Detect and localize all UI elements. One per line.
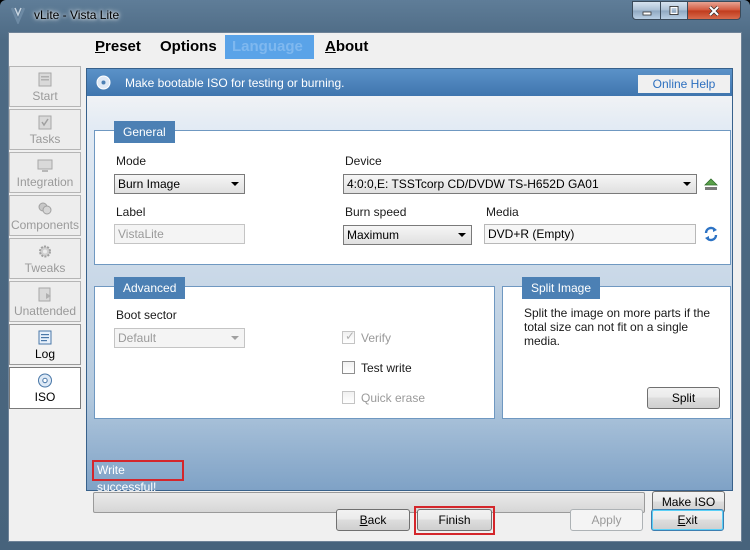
integration-icon xyxy=(37,159,53,172)
sidebar-item-label: Log xyxy=(34,347,56,361)
panel-body: General Mode Burn Image Device 4:0:0,E: … xyxy=(87,96,732,494)
test-write-label: Test write xyxy=(361,361,412,375)
unattended-icon xyxy=(38,287,51,302)
menu-about-label: bout xyxy=(335,38,369,55)
sidebar-item-iso[interactable]: ISO xyxy=(9,367,81,409)
verify-checkbox[interactable]: ✓ xyxy=(342,329,356,344)
boot-sector-label: Boot sector xyxy=(116,308,177,322)
boot-sector-dropdown[interactable]: Default xyxy=(114,328,245,348)
client-area: Preset Options Language About Start Task… xyxy=(8,32,742,542)
label-input[interactable]: VistaLite xyxy=(114,224,245,244)
refresh-icon[interactable] xyxy=(703,226,719,242)
minimize-icon xyxy=(642,11,651,15)
split-button[interactable]: Split xyxy=(647,387,720,409)
sidebar-item-label: Tasks xyxy=(29,132,61,146)
eject-icon[interactable] xyxy=(703,177,719,193)
disc-icon xyxy=(96,75,111,90)
menu-language[interactable]: Language xyxy=(225,35,314,59)
components-icon xyxy=(38,202,52,215)
menu-options[interactable]: Options xyxy=(153,35,224,59)
media-field: DVD+R (Empty) xyxy=(484,224,696,244)
test-write-checkbox[interactable] xyxy=(342,361,355,374)
menu-bar: Preset Options Language About xyxy=(9,33,741,60)
log-icon xyxy=(38,330,52,345)
online-help-link[interactable]: Online Help xyxy=(638,75,730,93)
menu-preset-label: reset xyxy=(105,38,141,55)
mode-dropdown[interactable]: Burn Image xyxy=(114,174,245,194)
start-icon xyxy=(38,72,52,87)
quick-erase-label: Quick erase xyxy=(361,391,426,405)
vlite-logo-icon xyxy=(10,7,26,24)
sidebar-item-label: Start xyxy=(32,89,58,103)
menu-preset-accel: P xyxy=(95,38,106,55)
sidebar-item-components[interactable]: Components xyxy=(9,195,81,236)
advanced-group-title: Advanced xyxy=(114,277,186,299)
minimize-button[interactable] xyxy=(632,1,661,20)
tasks-icon xyxy=(38,115,52,130)
close-icon xyxy=(708,5,720,16)
sidebar-item-unattended[interactable]: Unattended xyxy=(9,281,81,322)
finish-button[interactable]: Finish xyxy=(417,509,492,531)
sidebar-item-label: ISO xyxy=(34,390,56,404)
general-group: General Mode Burn Image Device 4:0:0,E: … xyxy=(94,121,731,265)
back-label: ack xyxy=(367,513,387,527)
window-title: vLite - Vista Lite xyxy=(34,8,120,22)
gear-icon xyxy=(39,245,51,258)
disc-icon xyxy=(38,373,52,388)
sidebar-item-label: Components xyxy=(10,218,80,232)
sidebar-item-log[interactable]: Log xyxy=(9,324,81,365)
split-image-group-title: Split Image xyxy=(522,277,601,299)
panel-header-text: Make bootable ISO for testing or burning… xyxy=(125,76,345,90)
back-accel: B xyxy=(359,513,368,527)
back-button[interactable]: Back xyxy=(336,509,410,531)
maximize-button[interactable] xyxy=(660,1,688,20)
maximize-icon xyxy=(669,6,679,15)
media-label: Media xyxy=(486,205,519,219)
app-window: vLite - Vista Lite Preset Options Langua… xyxy=(0,0,750,550)
device-dropdown[interactable]: 4:0:0,E: TSSTcorp CD/DVDW TS-H652D GA01 xyxy=(343,174,697,194)
burn-speed-dropdown[interactable]: Maximum xyxy=(343,225,472,245)
exit-accel: E xyxy=(677,513,686,527)
split-image-group: Split Image Split the image on more part… xyxy=(502,277,731,419)
sidebar-item-integration[interactable]: Integration xyxy=(9,152,81,193)
sidebar-item-tasks[interactable]: Tasks xyxy=(9,109,81,150)
device-label: Device xyxy=(345,154,382,168)
verify-label: Verify xyxy=(361,331,392,345)
menu-about-accel: A xyxy=(325,38,336,55)
status-message: Write successful! xyxy=(92,460,184,494)
sidebar-item-tweaks[interactable]: Tweaks xyxy=(9,238,81,279)
advanced-group: Advanced Boot sector Default ✓ Verify Te… xyxy=(94,277,495,419)
exit-button[interactable]: Exit xyxy=(651,509,724,531)
panel-header: Make bootable ISO for testing or burning… xyxy=(87,69,732,96)
sidebar-item-label: Unattended xyxy=(13,304,77,318)
sidebar-item-start[interactable]: Start xyxy=(9,66,81,107)
exit-label: xit xyxy=(685,513,698,527)
checkmark-icon: ✓ xyxy=(345,329,356,343)
split-description: Split the image on more parts if the tot… xyxy=(524,306,711,348)
sidebar-item-label: Tweaks xyxy=(24,261,66,275)
menu-preset[interactable]: Preset xyxy=(88,35,148,59)
sidebar-item-label: Integration xyxy=(16,175,74,189)
apply-button[interactable]: Apply xyxy=(570,509,643,531)
sidebar: Start Tasks Integration Components Tweak… xyxy=(9,62,82,542)
label-label: Label xyxy=(116,205,146,219)
menu-about[interactable]: About xyxy=(318,35,375,59)
close-button[interactable] xyxy=(687,1,741,20)
quick-erase-checkbox[interactable] xyxy=(342,391,355,404)
burn-speed-label: Burn speed xyxy=(345,205,407,219)
title-bar[interactable]: vLite - Vista Lite xyxy=(0,0,750,32)
general-group-title: General xyxy=(114,121,175,143)
mode-label: Mode xyxy=(116,154,147,168)
iso-panel: Make bootable ISO for testing or burning… xyxy=(86,68,733,494)
